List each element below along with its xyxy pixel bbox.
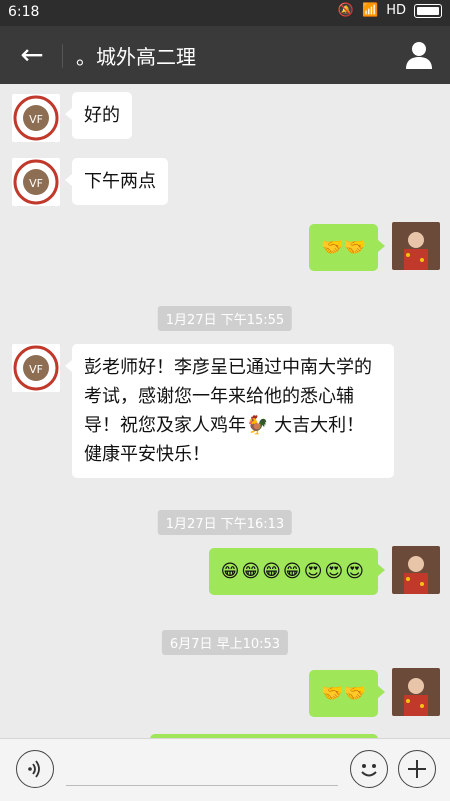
chat-title: 。城外高二理 <box>76 45 196 69</box>
message-bubble[interactable]: 🤝🤝 <box>309 224 385 271</box>
back-button[interactable]: ← <box>14 38 50 72</box>
battery-icon <box>414 3 442 18</box>
timestamp: 1月27日 下午16:13 <box>157 510 293 535</box>
header-divider <box>62 44 63 68</box>
message-row: 🤝🤝 <box>0 222 450 278</box>
timestamp: 6月7日 早上10:53 <box>161 630 289 655</box>
plus-icon[interactable] <box>398 750 436 788</box>
chat-header: ← 。城外高二理 <box>0 26 450 84</box>
emoji-icon[interactable] <box>350 750 388 788</box>
message-input[interactable] <box>66 785 338 786</box>
message-bubble[interactable]: 😁😁😁😁😍😍😍 <box>208 548 386 595</box>
status-icons: 🔕 📶 HD <box>338 3 442 18</box>
message-bubble[interactable]: 🤝🤝 <box>309 670 385 717</box>
message-row: VF 彭老师好！李彦呈已通过中南大学的考试，感谢您一年来给他的悉心辅导！祝您及家… <box>0 342 450 482</box>
message-row: VF 好的 <box>0 92 450 146</box>
network-type: HD <box>386 3 406 18</box>
timestamp: 1月27日 下午15:55 <box>157 306 293 331</box>
svg-text:VF: VF <box>29 113 43 126</box>
wifi-icon: 📶 <box>362 3 379 18</box>
chat-area[interactable]: VF 好的 VF 下午两点 🤝🤝 1月27日 下午15:55 VF 彭老师好！李… <box>0 84 450 738</box>
message-bubble[interactable]: 好的 <box>65 92 132 139</box>
message-bubble[interactable]: 下午两点 <box>65 158 168 205</box>
my-avatar-photo-icon[interactable] <box>392 222 440 270</box>
mute-icon: 🔕 <box>337 3 355 18</box>
message-bubble[interactable]: 彭老师好！李彦呈已通过中南大学的考试，感谢您一年来给他的悉心辅导！祝您及家人鸡年… <box>65 344 394 478</box>
status-bar: 6:18 🔕 📶 HD <box>0 0 450 26</box>
my-avatar-photo-icon[interactable] <box>392 668 440 716</box>
group-info-person-icon[interactable] <box>402 38 436 72</box>
sender-avatar-seal-icon[interactable]: VF <box>12 158 60 206</box>
sender-avatar-seal-icon[interactable]: VF <box>12 94 60 142</box>
sender-avatar-seal-icon[interactable]: VF <box>12 344 60 392</box>
voice-icon[interactable] <box>16 750 54 788</box>
svg-text:VF: VF <box>29 177 43 190</box>
status-time: 6:18 <box>8 4 40 20</box>
my-avatar-photo-icon[interactable] <box>392 546 440 594</box>
svg-text:VF: VF <box>29 363 43 376</box>
message-row: 🤝🤝 <box>0 668 450 724</box>
message-row: 😁😁😁😁😍😍😍 <box>0 546 450 602</box>
message-row: VF 下午两点 <box>0 156 450 210</box>
input-bar <box>0 738 450 801</box>
